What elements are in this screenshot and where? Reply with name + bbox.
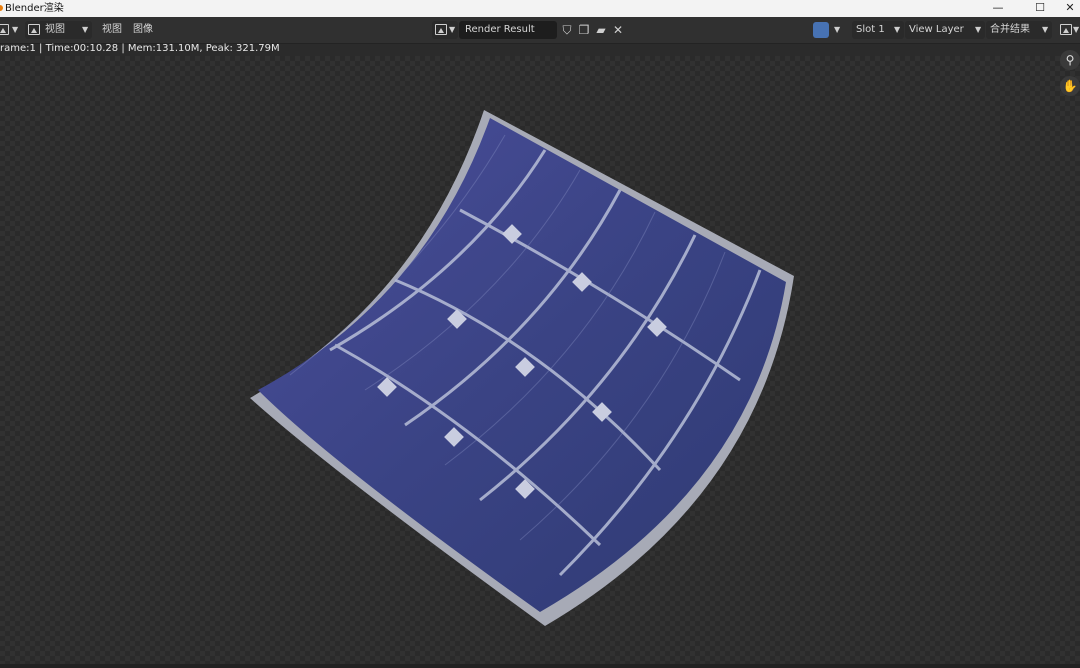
zoom-icon[interactable]: ⚲ — [1060, 50, 1080, 70]
status-bar — [0, 664, 1080, 668]
pan-hand-icon[interactable]: ✋ — [1060, 76, 1080, 96]
render-result-image — [250, 110, 794, 626]
